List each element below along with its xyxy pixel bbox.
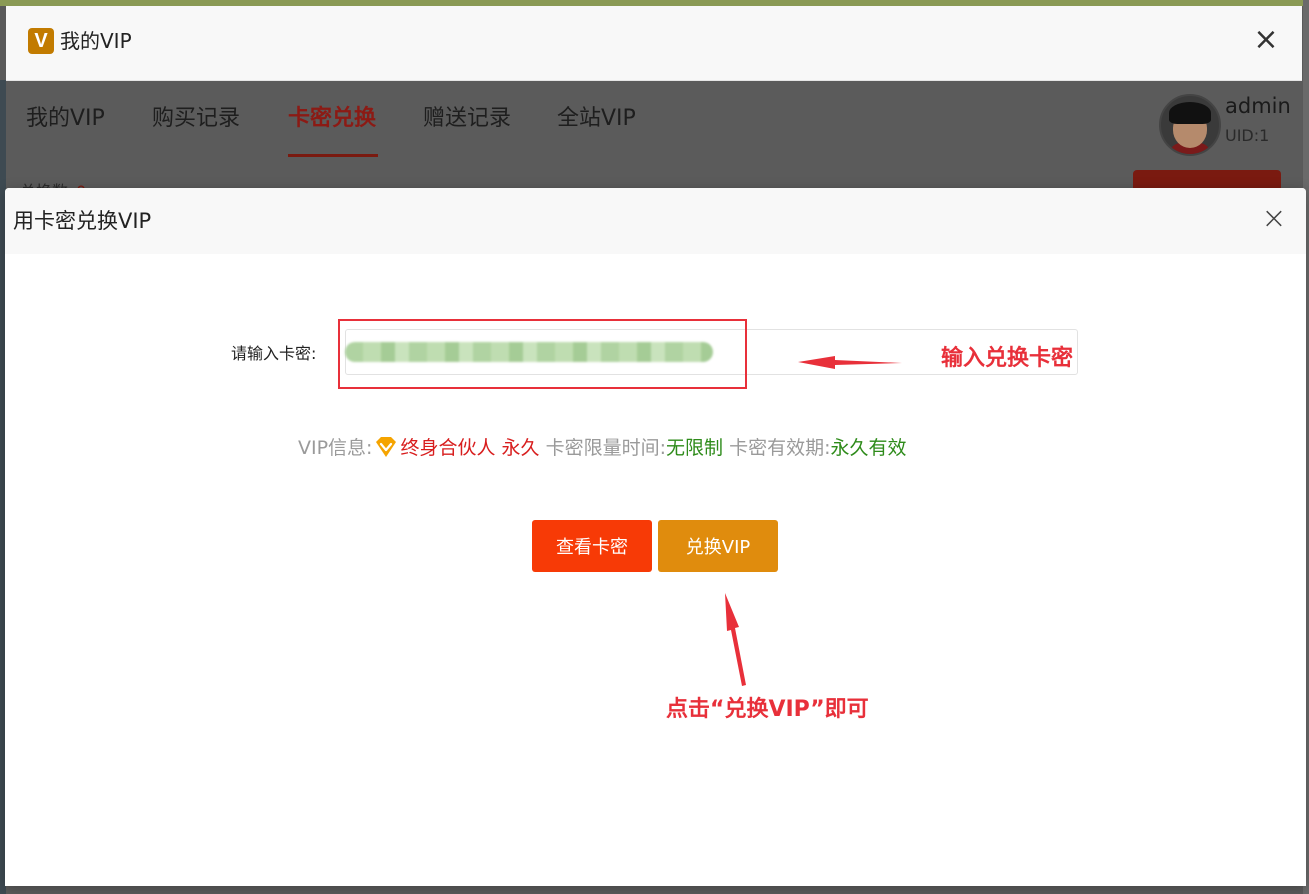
annotation-arrow-up: [725, 593, 746, 686]
user-name: admin: [1225, 94, 1291, 118]
redeem-dialog-header: 用卡密兑换VIP ×: [5, 188, 1306, 254]
tab-gift-records[interactable]: 赠送记录: [423, 104, 511, 134]
limit-time-value: 无限制: [666, 437, 724, 459]
user-uid: UID:1: [1225, 126, 1270, 145]
active-tab-underline: [288, 154, 378, 157]
view-card-code-button[interactable]: 查看卡密: [532, 520, 652, 572]
annotation-input-box: [338, 319, 747, 389]
tab-purchase-records[interactable]: 购买记录: [152, 104, 240, 134]
diamond-icon: [376, 437, 397, 457]
avatar[interactable]: [1159, 94, 1221, 156]
validity-value: 永久有效: [830, 437, 907, 459]
annotation-arrows: [725, 356, 902, 686]
vip-info-line: VIP信息: 终身合伙人 永久 卡密限量时间:无限制 卡密有效期:永久有效: [298, 434, 906, 462]
vip-window-close-icon[interactable]: ×: [1248, 22, 1284, 58]
vip-tab-bar: 我的VIP 购买记录 卡密兑换 赠送记录 全站VIP admin UID:1: [6, 80, 1302, 170]
redeem-dialog-close-icon[interactable]: ×: [1259, 204, 1289, 234]
annotation-click-hint: 点击“兑换VIP”即可: [666, 697, 869, 722]
redeem-dialog-title: 用卡密兑换VIP: [13, 209, 152, 233]
card-code-label: 请输入卡密:: [231, 344, 317, 363]
redeem-vip-button[interactable]: 兑换VIP: [658, 520, 778, 572]
vip-window-header: V 我的VIP ×: [6, 6, 1302, 81]
limit-time-label: 卡密限量时间:: [545, 437, 666, 459]
tab-my-vip[interactable]: 我的VIP: [26, 104, 105, 134]
vip-window-title: 我的VIP: [60, 29, 132, 53]
tab-card-redeem[interactable]: 卡密兑换: [288, 104, 376, 134]
vip-duration: 永久: [501, 437, 540, 459]
validity-label: 卡密有效期:: [729, 437, 831, 459]
vip-info-label: VIP信息:: [298, 437, 373, 459]
redeem-dialog: 用卡密兑换VIP × 请输入卡密: 输入兑换卡密 VIP信息: 终身合伙人 永久 …: [5, 188, 1306, 886]
tab-site-vip[interactable]: 全站VIP: [557, 104, 636, 134]
vip-logo-icon: V: [28, 28, 54, 54]
vip-level: 终身合伙人: [400, 437, 496, 459]
annotation-input-hint: 输入兑换卡密: [941, 346, 1074, 371]
